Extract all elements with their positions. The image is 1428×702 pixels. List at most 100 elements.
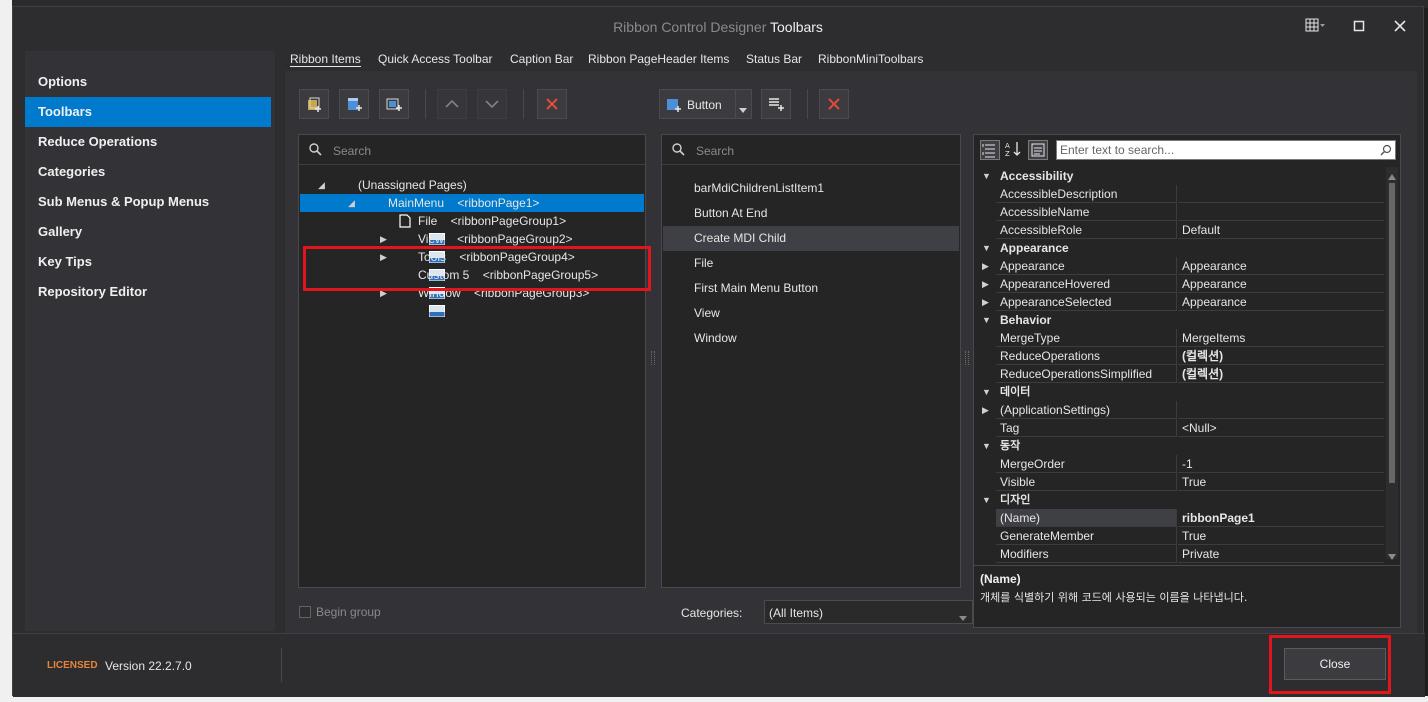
tab-caption-bar[interactable]: Caption Bar bbox=[510, 52, 573, 66]
move-up-button[interactable] bbox=[437, 89, 467, 119]
sidebar-item-repository-editor[interactable]: Repository Editor bbox=[25, 277, 271, 307]
list-item[interactable]: View bbox=[663, 301, 959, 326]
property-value[interactable]: Appearance bbox=[1178, 257, 1384, 275]
scrollbar-thumb[interactable] bbox=[1389, 183, 1395, 483]
category-design[interactable]: ▼ 디자인 bbox=[978, 491, 1384, 509]
tab-ribbon-mini-toolbars[interactable]: RibbonMiniToolbars bbox=[818, 52, 923, 66]
layout-menu-icon[interactable] bbox=[1305, 17, 1325, 37]
property-value[interactable]: Appearance bbox=[1178, 275, 1384, 293]
property-value[interactable]: ribbonPage1 bbox=[1178, 509, 1384, 527]
splitter-grip[interactable] bbox=[651, 351, 655, 365]
property-value[interactable]: Appearance bbox=[1178, 293, 1384, 311]
property-name: ReduceOperations bbox=[996, 347, 1177, 365]
add-page-group-button[interactable] bbox=[379, 89, 409, 119]
property-value[interactable]: MergeItems bbox=[1178, 329, 1384, 347]
property-row[interactable]: MergeType MergeItems bbox=[978, 329, 1384, 347]
sidebar-item-gallery[interactable]: Gallery bbox=[25, 217, 271, 247]
list-item[interactable]: Create MDI Child bbox=[663, 226, 959, 251]
chevron-down-icon bbox=[959, 610, 967, 624]
tab-ribbon-pageheader-items[interactable]: Ribbon PageHeader Items bbox=[588, 52, 729, 66]
property-row[interactable]: AccessibleName bbox=[978, 203, 1384, 221]
maximize-icon[interactable] bbox=[1349, 17, 1369, 37]
tree-search[interactable]: Search bbox=[299, 135, 645, 165]
delete-tree-item-button[interactable] bbox=[537, 89, 567, 119]
list-item[interactable]: File bbox=[663, 251, 959, 276]
category-action[interactable]: ▼ 동작 bbox=[978, 437, 1384, 455]
item-type-dropdown[interactable]: Button bbox=[659, 89, 752, 119]
property-value[interactable]: True bbox=[1178, 473, 1384, 491]
list-item[interactable]: barMdiChildrenListItem1 bbox=[663, 176, 959, 201]
property-value[interactable] bbox=[1178, 185, 1384, 203]
property-search-input[interactable]: Enter text to search... bbox=[1056, 140, 1396, 160]
property-value[interactable] bbox=[1178, 401, 1384, 419]
title-bar: Ribbon Control Designer Toolbars bbox=[13, 7, 1423, 45]
categorized-view-icon[interactable] bbox=[980, 140, 1000, 160]
tab-quick-access-toolbar[interactable]: Quick Access Toolbar bbox=[378, 52, 493, 66]
property-value[interactable]: -1 bbox=[1178, 455, 1384, 473]
property-value[interactable]: (컬렉션) bbox=[1178, 365, 1384, 383]
close-window-icon[interactable] bbox=[1390, 17, 1410, 37]
desktop-background-strip bbox=[0, 0, 12, 702]
alphabetical-sort-icon[interactable]: AZ bbox=[1004, 140, 1024, 160]
property-row[interactable]: ▶ (ApplicationSettings) bbox=[978, 401, 1384, 419]
categories-label: Categories: bbox=[681, 606, 743, 620]
property-row[interactable]: Modifiers Private bbox=[978, 545, 1384, 563]
sidebar-item-key-tips[interactable]: Key Tips bbox=[25, 247, 271, 277]
tree-node-unassigned-pages[interactable]: ◢ (Unassigned Pages) bbox=[300, 176, 644, 209]
items-search[interactable]: Search bbox=[662, 135, 960, 165]
property-row[interactable]: ReduceOperations (컬렉션) bbox=[978, 347, 1384, 365]
property-row[interactable]: GenerateMember True bbox=[978, 527, 1384, 545]
property-value[interactable]: Private bbox=[1178, 545, 1384, 563]
property-value[interactable]: Default bbox=[1178, 221, 1384, 239]
property-name: AppearanceHovered bbox=[996, 275, 1177, 293]
splitter-grip[interactable] bbox=[965, 351, 969, 365]
tab-status-bar[interactable]: Status Bar bbox=[746, 52, 802, 66]
move-down-button[interactable] bbox=[477, 89, 507, 119]
category-appearance[interactable]: ▼ Appearance bbox=[978, 239, 1384, 257]
list-item[interactable]: Window bbox=[663, 326, 959, 351]
tree-node-label: File <ribbonPageGroup1> bbox=[418, 214, 567, 228]
ribbon-designer-window: Ribbon Control Designer Toolbars Options… bbox=[12, 6, 1425, 697]
property-row-selected[interactable]: (Name) ribbonPage1 bbox=[978, 509, 1384, 527]
property-pages-icon[interactable] bbox=[1028, 140, 1048, 160]
tree-node-mainmenu[interactable]: ◢ MainMenu <ribbonPage1> bbox=[300, 194, 644, 228]
property-value[interactable]: <Null> bbox=[1178, 419, 1384, 437]
property-row[interactable]: ▶ AppearanceHovered Appearance bbox=[978, 275, 1384, 293]
add-page-category-button[interactable] bbox=[299, 89, 329, 119]
property-grid-scrollbar[interactable] bbox=[1386, 167, 1398, 560]
sidebar-item-reduce-operations[interactable]: Reduce Operations bbox=[25, 127, 271, 157]
property-row[interactable]: AccessibleRole Default bbox=[978, 221, 1384, 239]
expand-arrow-icon: ▶ bbox=[982, 297, 989, 307]
categories-combo[interactable]: (All Items) bbox=[764, 600, 973, 624]
property-value[interactable] bbox=[1178, 203, 1384, 221]
property-row[interactable]: AccessibleDescription bbox=[978, 185, 1384, 203]
property-row[interactable]: ▶ AppearanceSelected Appearance bbox=[978, 293, 1384, 311]
property-value[interactable]: (컬렉션) bbox=[1178, 347, 1384, 365]
scroll-up-icon[interactable] bbox=[1388, 169, 1396, 183]
tree-node-file-group[interactable]: File <ribbonPageGroup1> bbox=[300, 212, 644, 245]
add-item-to-group-button[interactable] bbox=[761, 89, 791, 119]
property-value[interactable]: True bbox=[1178, 527, 1384, 545]
property-row[interactable]: Visible True bbox=[978, 473, 1384, 491]
items-list-panel: Search barMdiChildrenListItem1 Button At… bbox=[661, 134, 961, 588]
property-row[interactable]: MergeOrder -1 bbox=[978, 455, 1384, 473]
property-grid: AZ Enter text to search... ▼ Accessibilit… bbox=[973, 134, 1401, 628]
sidebar-item-options[interactable]: Options bbox=[25, 67, 271, 97]
category-behavior[interactable]: ▼ Behavior bbox=[978, 311, 1384, 329]
scroll-down-icon[interactable] bbox=[1388, 549, 1396, 563]
list-item[interactable]: First Main Menu Button bbox=[663, 276, 959, 301]
list-item[interactable]: Button At End bbox=[663, 201, 959, 226]
sidebar-item-sub-menus[interactable]: Sub Menus & Popup Menus bbox=[25, 187, 271, 217]
property-row[interactable]: ▶ Appearance Appearance bbox=[978, 257, 1384, 275]
property-row[interactable]: ReduceOperationsSimplified (컬렉션) bbox=[978, 365, 1384, 383]
sidebar-item-categories[interactable]: Categories bbox=[25, 157, 271, 187]
add-page-button[interactable] bbox=[339, 89, 369, 119]
sidebar-item-toolbars[interactable]: Toolbars bbox=[25, 97, 271, 127]
category-data[interactable]: ▼ 데이터 bbox=[978, 383, 1384, 401]
tab-ribbon-items[interactable]: Ribbon Items bbox=[290, 52, 361, 67]
category-accessibility[interactable]: ▼ Accessibility bbox=[978, 167, 1384, 185]
begin-group-checkbox[interactable]: Begin group bbox=[299, 605, 419, 621]
property-row[interactable]: Tag <Null> bbox=[978, 419, 1384, 437]
expand-arrow-icon: ▶ bbox=[982, 261, 989, 271]
delete-item-button[interactable] bbox=[819, 89, 849, 119]
